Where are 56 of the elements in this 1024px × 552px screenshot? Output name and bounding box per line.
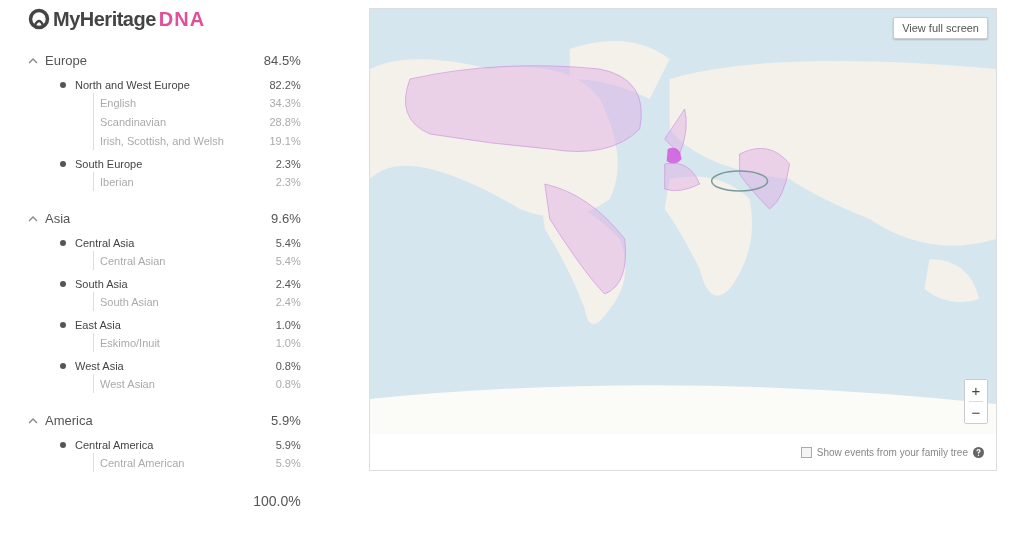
ethnicity-name: Scandinavian bbox=[100, 115, 167, 128]
bullet-icon bbox=[60, 362, 66, 369]
ethnicity-percent: 5.4% bbox=[275, 254, 301, 267]
ethnicity-percent: 19.1% bbox=[269, 134, 301, 147]
full-screen-button[interactable]: View full screen bbox=[893, 17, 988, 39]
logo-icon bbox=[28, 8, 50, 30]
ethnicity-percent: 5.9% bbox=[275, 456, 301, 469]
region-name[interactable]: Europe bbox=[45, 52, 87, 68]
subregion-percent: 5.4% bbox=[275, 236, 301, 249]
checkbox[interactable] bbox=[800, 446, 812, 458]
bullet-icon bbox=[60, 160, 66, 167]
ethnicity-name: English bbox=[100, 96, 137, 109]
ethnicity-percent: 1.0% bbox=[275, 336, 301, 349]
checkbox-label[interactable]: Show events from your family tree bbox=[816, 446, 968, 458]
bullet-icon bbox=[60, 239, 66, 246]
region-name[interactable]: America bbox=[45, 412, 93, 428]
subregion-percent: 2.3% bbox=[275, 157, 301, 170]
ethnicity-percent: 34.3% bbox=[269, 96, 301, 109]
subregion-name: South Europe bbox=[75, 157, 143, 170]
bullet-icon bbox=[60, 280, 66, 287]
ethnicity-percent: 2.3% bbox=[275, 175, 301, 188]
bullet-icon bbox=[60, 81, 66, 88]
subregion-percent: 82.2% bbox=[269, 78, 301, 91]
subregion-name: South Asia bbox=[75, 277, 128, 290]
ethnicity-name: South Asian bbox=[100, 295, 159, 308]
subregion-name: East Asia bbox=[75, 318, 121, 331]
ethnicity-percent: 2.4% bbox=[275, 295, 301, 308]
region-percent: 84.5% bbox=[263, 52, 301, 68]
ethnicity-name: Irish, Scottish, and Welsh bbox=[100, 134, 224, 147]
caret-icon[interactable] bbox=[28, 416, 38, 424]
ethnicity-name: Iberian bbox=[100, 175, 134, 188]
subregion-name: Central Asia bbox=[75, 236, 135, 249]
dna-wordmark: DNA bbox=[158, 7, 206, 31]
logo-text: MyHeritage bbox=[53, 7, 156, 31]
ethnicity-percent: 28.8% bbox=[269, 115, 301, 128]
subregion-name: West Asia bbox=[75, 359, 124, 372]
region-name[interactable]: Asia bbox=[45, 210, 71, 226]
ethnicity-name: Central Asian bbox=[100, 254, 166, 267]
subregion-percent: 0.8% bbox=[275, 359, 301, 372]
subregion-percent: 1.0% bbox=[275, 318, 301, 331]
subregion-name: North and West Europe bbox=[75, 78, 190, 91]
ethnicity-name: Central American bbox=[100, 456, 185, 469]
ethnicity-name: Eskimo/Inuit bbox=[100, 336, 160, 349]
subregion-percent: 2.4% bbox=[275, 277, 301, 290]
caret-icon[interactable] bbox=[28, 214, 38, 222]
bullet-icon bbox=[60, 441, 66, 448]
region-percent: 9.6% bbox=[271, 210, 301, 226]
subregion-percent: 5.9% bbox=[275, 438, 301, 451]
help-icon[interactable] bbox=[973, 446, 984, 458]
region-percent: 5.9% bbox=[271, 412, 301, 428]
total-percent: 100.0% bbox=[253, 493, 301, 509]
caret-icon[interactable] bbox=[28, 56, 38, 64]
ethnicity-percent: 0.8% bbox=[275, 377, 301, 390]
bullet-icon bbox=[60, 321, 66, 328]
ethnicity-name: West Asian bbox=[100, 377, 155, 390]
subregion-name: Central America bbox=[75, 438, 154, 451]
